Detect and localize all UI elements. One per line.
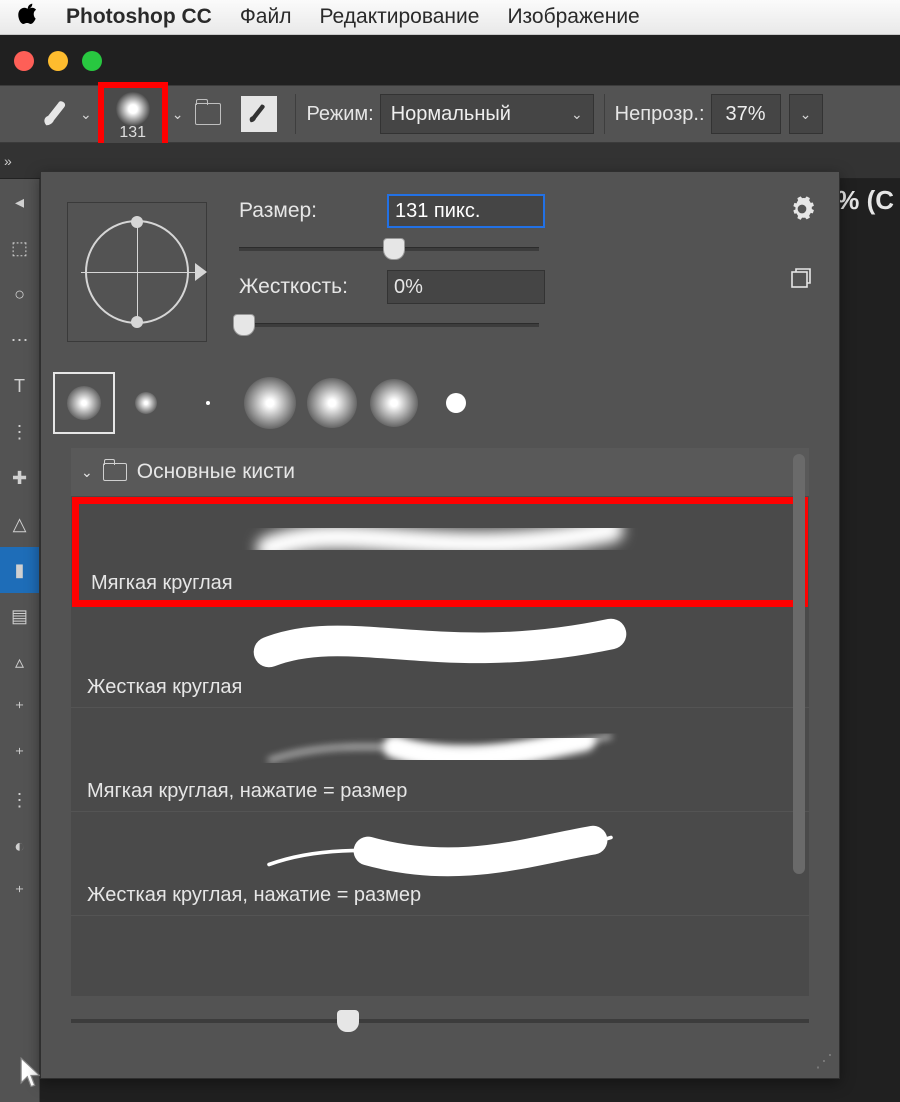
tool-preset-dropdown-icon[interactable]: ⌄ — [80, 106, 92, 123]
size-label: Размер: — [239, 199, 369, 223]
brush-list-item[interactable]: Жесткая круглая, нажатие = размер — [71, 812, 809, 916]
photoshop-window: ⌄ 131 ⌄ Режим: Нормальный ⌄ Непрозр.: 37… — [0, 35, 900, 1102]
brush-tip-thumb[interactable] — [239, 372, 301, 434]
brush-name: Мягкая круглая, нажатие = размер — [87, 780, 793, 803]
brush-tool-icon[interactable] — [40, 97, 74, 131]
preview-zoom-slider[interactable] — [71, 1010, 809, 1034]
brush-folder-header[interactable]: ⌄ Основные кисти — [71, 448, 809, 496]
brush-stroke-preview — [91, 512, 789, 566]
new-brush-icon[interactable] — [789, 266, 813, 295]
hardness-input[interactable]: 0% — [387, 270, 545, 304]
brush-preset-picker[interactable]: 131 — [98, 82, 168, 152]
tool-placeholder[interactable]: ✚ — [0, 455, 39, 501]
brush-preview-icon — [116, 92, 150, 126]
brush-tip-thumb[interactable] — [301, 372, 363, 434]
tool-placeholder[interactable]: ▵ — [0, 639, 39, 685]
tool-placeholder[interactable]: ⁺ — [0, 869, 39, 915]
brush-tip-thumb[interactable] — [363, 372, 425, 434]
tool-placeholder[interactable]: ⋮ — [0, 777, 39, 823]
tool-placeholder[interactable]: △ — [0, 501, 39, 547]
tool-placeholder[interactable]: ▤ — [0, 593, 39, 639]
brush-stroke-preview — [87, 824, 793, 878]
tool-placeholder[interactable]: ⁺ — [0, 731, 39, 777]
brush-preset-list: ⌄ Основные кисти Мягкая круглая Жесткая … — [71, 448, 809, 996]
brush-preset-dropdown-icon[interactable]: ⌄ — [172, 106, 184, 123]
folder-icon — [103, 463, 127, 481]
type-tool-icon[interactable]: T — [0, 363, 39, 409]
tool-options-bar: ⌄ 131 ⌄ Режим: Нормальный ⌄ Непрозр.: 37… — [0, 85, 900, 143]
menu-file[interactable]: Файл — [240, 5, 292, 29]
folder-name: Основные кисти — [137, 460, 295, 484]
crop-tool-icon[interactable]: ⬚ — [0, 225, 39, 271]
gear-icon[interactable] — [789, 196, 815, 227]
brush-name: Жесткая круглая — [87, 676, 793, 699]
brush-list-item[interactable]: Мягкая круглая, нажатие = размер — [71, 708, 809, 812]
brush-tip-thumb[interactable] — [53, 372, 115, 434]
app-name[interactable]: Photoshop CC — [66, 5, 212, 29]
brush-tip-thumb[interactable] — [425, 372, 487, 434]
resize-grip-icon[interactable]: ⋰ — [815, 1051, 833, 1072]
brush-angle-widget[interactable] — [67, 202, 207, 342]
menu-edit[interactable]: Редактирование — [319, 5, 479, 29]
brush-preset-panel: Размер: 131 пикс. Жесткость: 0% — [40, 171, 840, 1079]
eyedropper-tool-icon[interactable]: ○ — [0, 271, 39, 317]
blend-mode-value: Нормальный — [391, 103, 511, 126]
chevron-down-icon: ⌄ — [571, 106, 583, 123]
hardness-label: Жесткость: — [239, 275, 369, 299]
scrollbar[interactable] — [793, 454, 805, 874]
menu-image[interactable]: Изображение — [507, 5, 639, 29]
tool-placeholder[interactable]: ◐ — [0, 823, 39, 869]
window-zoom-button[interactable] — [82, 51, 102, 71]
blend-mode-select[interactable]: Нормальный ⌄ — [380, 94, 594, 134]
brush-list-item[interactable]: Мягкая круглая — [75, 500, 805, 604]
size-input[interactable]: 131 пикс. — [387, 194, 545, 228]
expand-tabs-icon[interactable]: » — [4, 153, 12, 169]
brush-name: Мягкая круглая — [91, 572, 789, 595]
brush-tip-thumb[interactable] — [177, 372, 239, 434]
folder-icon[interactable] — [195, 103, 221, 125]
brush-stroke-preview — [87, 720, 793, 774]
opacity-dropdown-icon[interactable]: ⌄ — [789, 94, 823, 134]
tools-panel: ◂ ⬚ ○ ⋯ T ⋮ ✚ △ ▮ ▤ ▵ ⁺ ⁺ ⋮ ◐ ⁺ — [0, 179, 40, 1102]
lasso-tool-icon[interactable]: ⋯ — [0, 317, 39, 363]
window-close-button[interactable] — [14, 51, 34, 71]
apple-menu-icon[interactable] — [18, 3, 38, 31]
brush-list-item[interactable]: Жесткая круглая — [71, 604, 809, 708]
tool-placeholder[interactable]: ◂ — [0, 179, 39, 225]
brush-stroke-preview — [87, 616, 793, 670]
tool-placeholder[interactable]: ⁺ — [0, 685, 39, 731]
hardness-slider[interactable] — [239, 314, 539, 338]
brush-tip-thumbnails — [53, 372, 827, 442]
brush-name: Жесткая круглая, нажатие = размер — [87, 884, 793, 907]
size-slider[interactable] — [239, 238, 539, 262]
window-minimize-button[interactable] — [48, 51, 68, 71]
brush-tool-selected-icon[interactable]: ▮ — [0, 547, 39, 593]
chevron-down-icon: ⌄ — [81, 464, 93, 481]
tool-placeholder[interactable]: ⋮ — [0, 409, 39, 455]
brush-settings-panel-icon[interactable] — [241, 96, 277, 132]
opacity-label: Непрозр.: — [615, 103, 705, 126]
brush-size-readout: 131 — [119, 124, 146, 142]
window-controls — [14, 51, 102, 71]
opacity-input[interactable]: 37% — [711, 94, 781, 134]
brush-tip-thumb[interactable] — [115, 372, 177, 434]
mac-menubar: Photoshop CC Файл Редактирование Изображ… — [0, 0, 900, 35]
separator — [604, 94, 605, 134]
separator — [295, 94, 296, 134]
mode-label: Режим: — [306, 103, 373, 126]
